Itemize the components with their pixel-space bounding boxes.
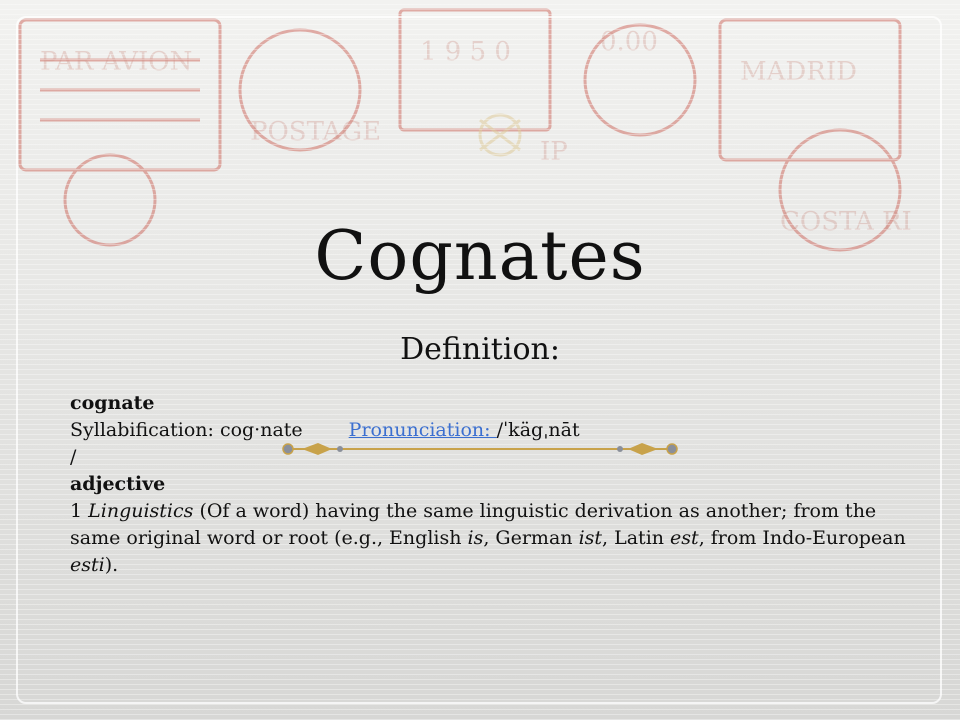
separator-2: , Latin: [602, 527, 671, 549]
example-indo-european: esti: [70, 554, 105, 576]
definition-end: ).: [104, 554, 119, 576]
slide-title: Cognates: [314, 217, 646, 296]
pronunciation-value: /ˈkägˌnāt: [496, 419, 580, 441]
example-english: is: [467, 527, 484, 549]
syllabification-line: Syllabification: cog·nate Pronunciation: …: [70, 417, 910, 444]
sense-number: 1: [70, 500, 89, 522]
part-of-speech: adjective: [70, 473, 166, 495]
slash-line: /: [70, 446, 77, 468]
definition-body: cognate Syllabification: cog·nate Pronunc…: [70, 390, 910, 579]
definition-heading: Definition:: [400, 332, 560, 367]
headword: cognate: [70, 392, 155, 414]
example-latin: est: [670, 527, 699, 549]
definition-text: 1 Linguistics (Of a word) having the sam…: [70, 498, 910, 579]
domain-label: Linguistics: [88, 500, 194, 522]
example-german: ist: [578, 527, 603, 549]
separator-3: , from Indo-European: [698, 527, 906, 549]
syllabification: Syllabification: cog·nate: [70, 419, 303, 441]
pronunciation-link[interactable]: Pronunciation:: [349, 419, 497, 441]
separator-1: , German: [483, 527, 579, 549]
